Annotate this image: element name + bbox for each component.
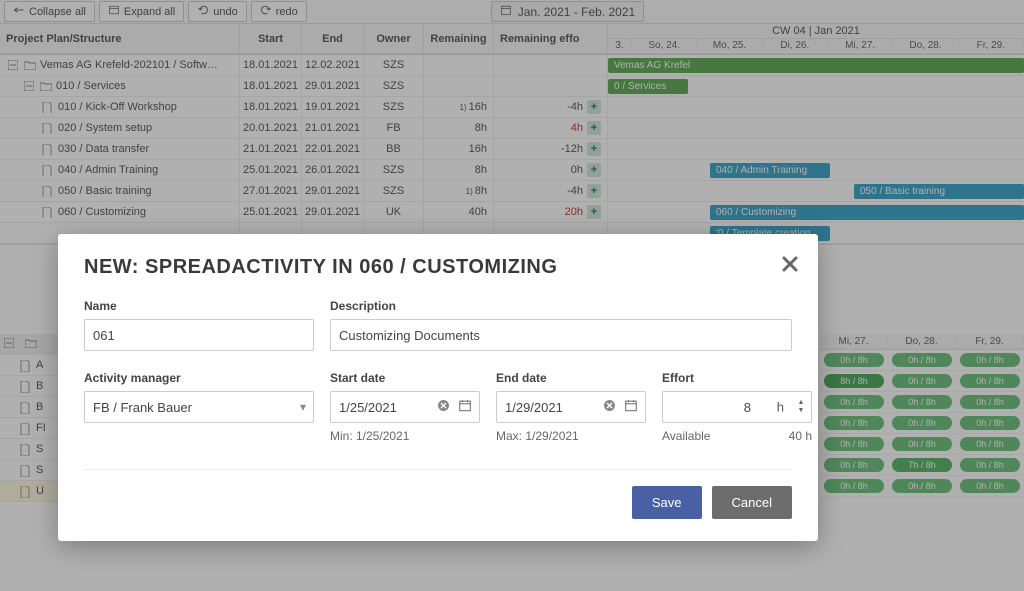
- effort-input[interactable]: [662, 391, 812, 423]
- chevron-down-icon: ▼: [794, 408, 808, 414]
- clear-icon: [437, 401, 450, 415]
- divider: [84, 469, 792, 470]
- start-date-label: Start date: [330, 371, 480, 385]
- calendar-icon: [458, 402, 472, 416]
- start-date-hint: Min: 1/25/2021: [330, 429, 480, 443]
- clear-end-date-button[interactable]: [603, 399, 616, 415]
- end-date-hint: Max: 1/29/2021: [496, 429, 646, 443]
- effort-available-value: 40 h: [789, 429, 812, 443]
- save-button[interactable]: Save: [632, 486, 702, 519]
- name-label: Name: [84, 299, 314, 313]
- description-label: Description: [330, 299, 792, 313]
- effort-available-label: Available: [662, 429, 710, 443]
- description-input[interactable]: [330, 319, 792, 351]
- start-date-calendar-button[interactable]: [458, 399, 472, 416]
- close-icon: [780, 263, 800, 277]
- end-date-calendar-button[interactable]: [624, 399, 638, 416]
- chevron-up-icon: ▲: [794, 400, 808, 406]
- name-input[interactable]: [84, 319, 314, 351]
- calendar-icon: [624, 402, 638, 416]
- new-spreadactivity-modal: NEW: SPREADACTIVITY IN 060 / CUSTOMIZING…: [58, 234, 818, 541]
- effort-label: Effort: [662, 371, 812, 385]
- clear-start-date-button[interactable]: [437, 399, 450, 415]
- modal-title: NEW: SPREADACTIVITY IN 060 / CUSTOMIZING: [84, 256, 792, 279]
- activity-manager-label: Activity manager: [84, 371, 314, 385]
- end-date-label: End date: [496, 371, 646, 385]
- activity-manager-select[interactable]: [84, 391, 314, 423]
- cancel-button[interactable]: Cancel: [712, 486, 792, 519]
- close-button[interactable]: [780, 254, 800, 277]
- effort-stepper[interactable]: ▲ ▼: [794, 395, 808, 419]
- clear-icon: [603, 401, 616, 415]
- effort-unit: h: [777, 400, 784, 415]
